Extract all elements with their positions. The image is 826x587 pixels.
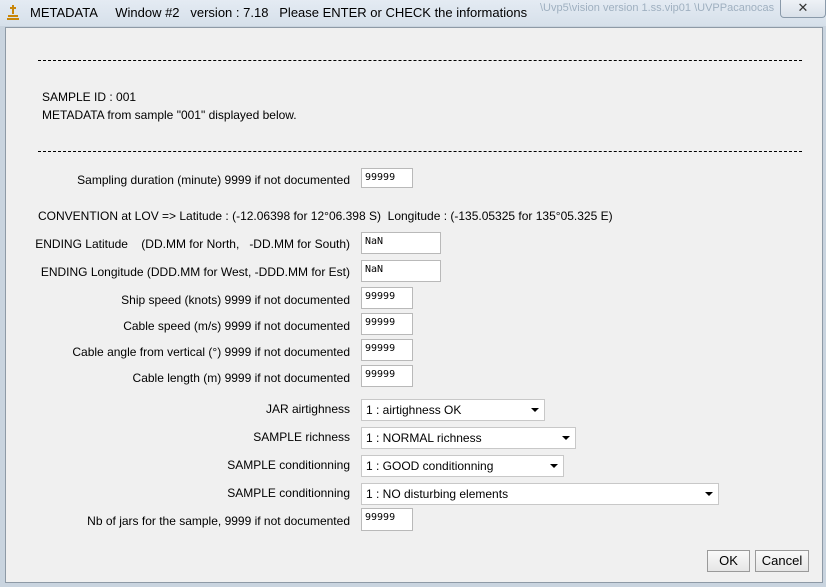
ok-button[interactable]: OK — [707, 550, 750, 572]
chevron-down-icon — [562, 436, 570, 440]
sample-disturbing-select[interactable]: 1 : NO disturbing elements — [361, 483, 719, 505]
chevron-down-icon — [531, 408, 539, 412]
jar-airtightness-value: 1 : airtighness OK — [366, 403, 462, 417]
sample-conditioning-select[interactable]: 1 : GOOD conditionning — [361, 455, 564, 477]
ending-longitude-label: ENDING Longitude (DDD.MM for West, -DDD.… — [40, 265, 350, 279]
cable-length-input[interactable]: 99999 — [361, 365, 413, 387]
sample-id: SAMPLE ID : 001 — [42, 90, 137, 104]
background-window-text: \Uvp5\vision version 1.ss.vip01 \UVPPaca… — [540, 2, 775, 14]
cable-speed-label: Cable speed (m/s) 9999 if not documented — [123, 319, 350, 333]
ending-latitude-input[interactable]: NaN — [361, 232, 441, 254]
ship-speed-input[interactable]: 99999 — [361, 287, 413, 309]
cable-angle-input[interactable]: 99999 — [361, 339, 413, 361]
cable-angle-label: Cable angle from vertical (°) 9999 if no… — [72, 345, 350, 359]
ending-longitude-input[interactable]: NaN — [361, 260, 441, 282]
sampling-duration-label: Sampling duration (minute) 9999 if not d… — [77, 173, 350, 187]
metadata-note: METADATA from sample "001" displayed bel… — [42, 108, 297, 122]
sample-richness-value: 1 : NORMAL richness — [366, 431, 482, 445]
sample-richness-select[interactable]: 1 : NORMAL richness — [361, 427, 576, 449]
cable-speed-input[interactable]: 99999 — [361, 313, 413, 335]
cancel-button[interactable]: Cancel — [755, 550, 809, 572]
close-button[interactable]: ✕ — [780, 0, 826, 18]
jar-airtightness-select[interactable]: 1 : airtighness OK — [361, 399, 545, 421]
title-bar: \Uvp5\vision version 1.ss.vip01 \UVPPaca… — [0, 0, 826, 26]
sample-richness-label: SAMPLE richness — [253, 430, 350, 444]
ending-latitude-label: ENDING Latitude (DD.MM for North, -DD.MM… — [35, 237, 350, 251]
close-icon: ✕ — [797, 0, 809, 15]
nb-jars-input[interactable]: 99999 — [361, 508, 413, 531]
app-icon — [7, 5, 19, 20]
sample-disturbing-label: SAMPLE conditionning — [227, 486, 350, 500]
ship-speed-label: Ship speed (knots) 9999 if not documente… — [121, 293, 350, 307]
sample-disturbing-value: 1 : NO disturbing elements — [366, 487, 509, 501]
nb-jars-label: Nb of jars for the sample, 9999 if not d… — [87, 514, 350, 528]
divider-middle — [38, 151, 802, 152]
sampling-duration-input[interactable]: 99999 — [361, 168, 413, 188]
sample-conditioning-label: SAMPLE conditionning — [227, 458, 350, 472]
divider-top — [38, 60, 802, 61]
chevron-down-icon — [550, 464, 558, 468]
metadata-dialog: SAMPLE ID : 001 METADATA from sample "00… — [5, 27, 823, 583]
chevron-down-icon — [705, 492, 713, 496]
sample-conditioning-value: 1 : GOOD conditionning — [366, 459, 494, 473]
cable-length-label: Cable length (m) 9999 if not documented — [132, 371, 350, 385]
window-title: METADATA Window #2 version : 7.18 Please… — [30, 5, 528, 20]
convention-text: CONVENTION at LOV => Latitude : (-12.063… — [38, 209, 613, 223]
jar-airtightness-label: JAR airtighness — [265, 402, 350, 416]
